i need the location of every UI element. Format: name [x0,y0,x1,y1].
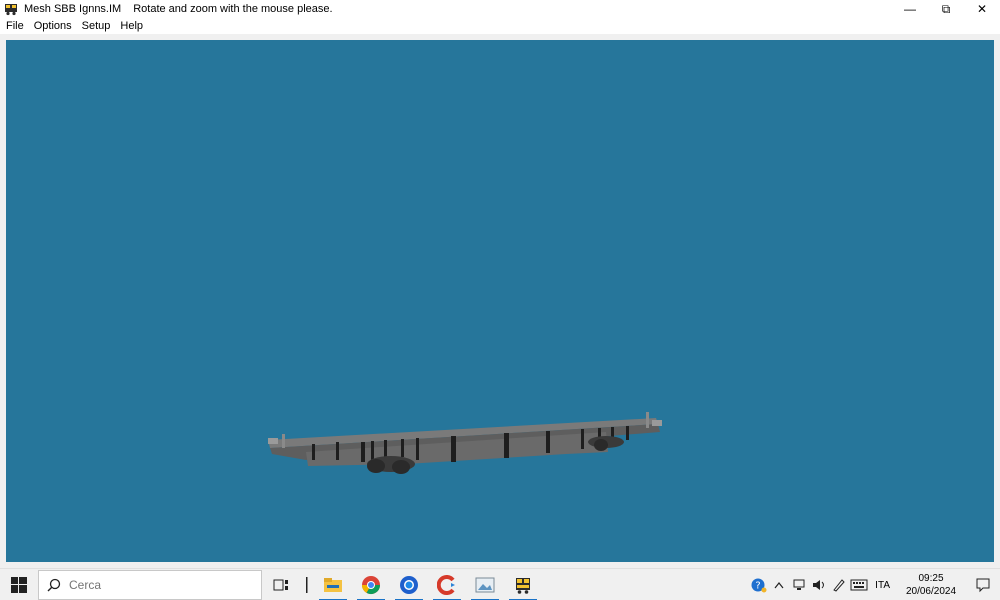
search-input[interactable] [69,577,239,592]
chrome-icon[interactable] [352,569,390,600]
task-view-icon[interactable] [262,569,300,600]
clock-date: 20/06/2024 [905,586,957,597]
help-icon[interactable]: ? [749,569,769,600]
wagon-end-post-left [282,434,285,448]
locomotive-icon [4,2,18,16]
title-bar: Mesh SBB Ignns.IM Rotate and zoom with t… [0,0,1000,18]
window-controls: — ⧉ ✕ [892,0,1000,18]
menu-bar: File Options Setup Help [0,18,1000,34]
taskbar: ? ITA 09:25 20/06/2024 [0,568,1000,600]
menu-options[interactable]: Options [29,20,77,32]
wagon-end-post-right [646,412,649,428]
wagon-buffer-right [652,420,662,426]
firefox-icon[interactable] [390,569,428,600]
viewport-frame [0,34,1000,568]
close-button[interactable]: ✕ [964,0,1000,18]
clock[interactable]: 09:25 20/06/2024 [896,572,966,598]
windows-logo-icon [11,576,27,593]
image-viewer-icon[interactable] [466,569,504,600]
file-explorer-icon[interactable] [314,569,352,600]
start-button[interactable] [0,569,38,600]
clock-time: 09:25 [918,573,944,584]
menu-file[interactable]: File [0,20,29,32]
system-tray: ? ITA 09:25 20/06/2024 [749,569,1000,600]
svg-text:?: ? [756,581,761,592]
pen-icon[interactable] [829,569,849,600]
wagon-buffer-left [268,438,278,444]
minimize-button[interactable]: — [892,0,928,18]
wagon-model [268,412,662,474]
search-icon [47,578,61,591]
3d-viewport[interactable] [6,40,994,562]
chevron-up-icon[interactable] [769,569,789,600]
window-hint: Rotate and zoom with the mouse please. [133,3,333,15]
window-title: Mesh SBB Ignns.IM [24,3,122,15]
taskbar-search[interactable] [38,569,262,600]
menu-help[interactable]: Help [115,20,148,32]
ccleaner-icon[interactable] [428,569,466,600]
divider-icon [300,569,314,600]
restore-button[interactable]: ⧉ [928,0,964,18]
volume-icon[interactable] [809,569,829,600]
keyboard-icon[interactable] [849,569,869,600]
notification-icon[interactable] [966,569,1000,600]
train-app-icon[interactable] [504,569,542,600]
language-indicator[interactable]: ITA [869,580,896,591]
wagon-bogie-left [367,456,415,474]
menu-setup[interactable]: Setup [77,20,116,32]
network-icon[interactable] [789,569,809,600]
